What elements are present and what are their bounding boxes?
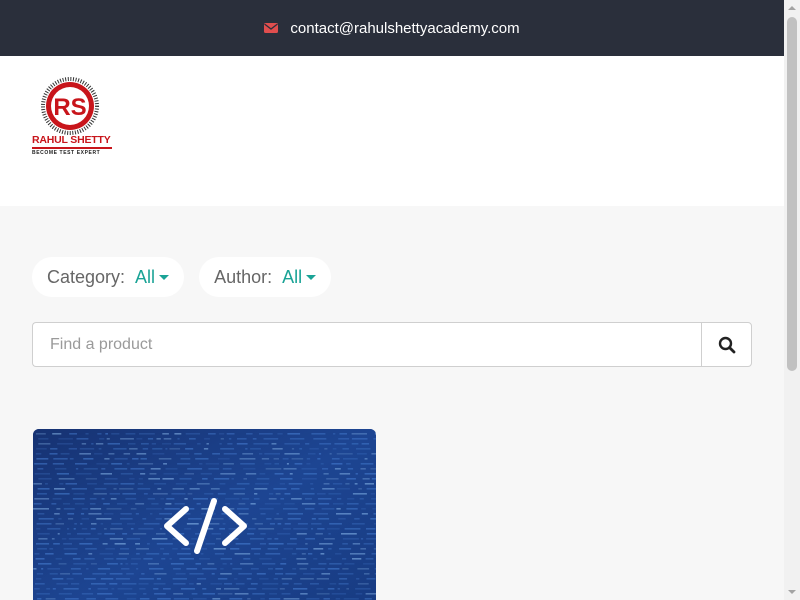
author-filter-label: Author: [214,266,273,287]
site-header: RS RAHUL SHETTY BECOME TEST EXPERT [0,56,784,206]
search-icon [718,336,735,353]
category-filter[interactable]: Category: All [32,257,185,297]
category-filter-value[interactable]: All [135,267,170,288]
search-button[interactable] [701,322,752,367]
caret-down-icon [306,275,317,281]
filter-bar: Category: All Author: All [32,257,332,297]
author-filter[interactable]: Author: All [199,257,332,297]
logo-monogram: RS [53,94,86,121]
product-search [32,322,752,367]
product-image [33,429,376,600]
search-input[interactable] [32,322,701,367]
logo-divider [32,147,112,149]
product-card[interactable] [33,429,376,600]
scroll-down-arrow-icon[interactable] [788,590,796,594]
contact-email[interactable]: contact@rahulshettyacademy.com [290,20,519,37]
caret-down-icon [159,275,170,281]
site-logo[interactable]: RS RAHUL SHETTY BECOME TEST EXPERT [30,74,114,174]
page: contact@rahulshettyacademy.com RS RAHUL … [0,0,784,600]
page-scrollbar[interactable] [784,0,800,600]
envelope-icon [264,23,279,33]
scroll-up-arrow-icon[interactable] [788,6,796,10]
category-filter-label: Category: [47,266,126,287]
scrollbar-thumb[interactable] [787,17,797,371]
logo-name: RAHUL SHETTY [32,134,111,146]
author-filter-value[interactable]: All [282,267,317,288]
logo-tagline: BECOME TEST EXPERT [32,150,101,156]
contact-topbar: contact@rahulshettyacademy.com [0,0,784,56]
